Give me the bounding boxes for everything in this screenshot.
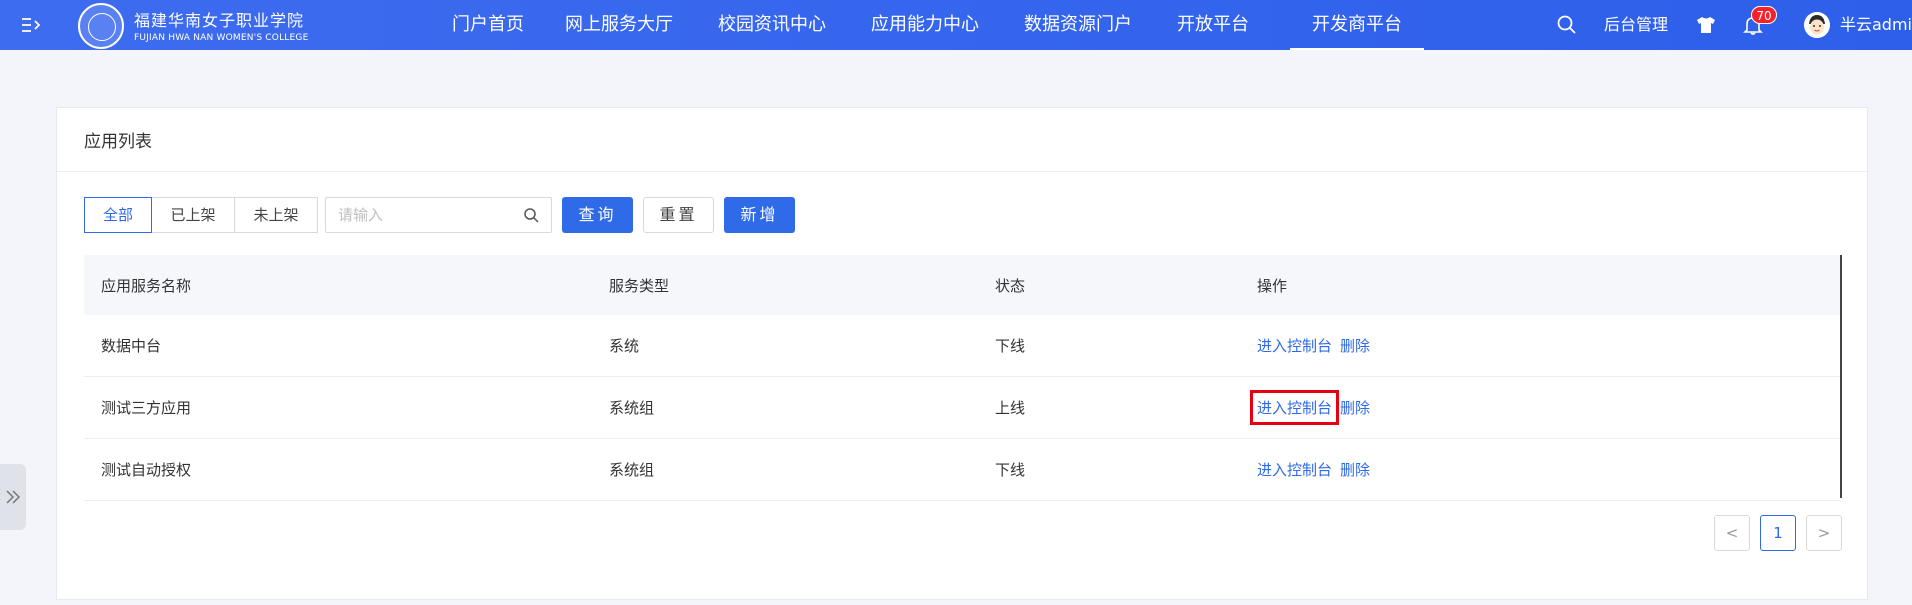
column-header-name: 应用服务名称 (101, 276, 192, 295)
app-status: 上线 (995, 399, 1026, 417)
main-nav: 门户首页 网上服务大厅 校园资讯中心 应用能力中心 数据资源门户 开放平台 开发… (452, 0, 1424, 50)
app-type: 系统组 (609, 399, 655, 417)
nav-open-platform[interactable]: 开放平台 (1177, 0, 1290, 50)
pagination-page[interactable]: 1 (1760, 515, 1796, 551)
add-button[interactable]: 新增 (724, 197, 795, 233)
nav-portal-home[interactable]: 门户首页 (452, 0, 565, 50)
filter-listed[interactable]: 已上架 (151, 197, 235, 233)
username[interactable]: 半云admin (1840, 0, 1912, 50)
nav-data-portal[interactable]: 数据资源门户 (1024, 0, 1177, 50)
logo-chinese-name: 福建华南女子职业学院 (134, 11, 305, 30)
app-type: 系统组 (609, 461, 655, 479)
row-actions: 进入控制台 删除 (1257, 315, 1370, 376)
college-logo[interactable]: 福建华南女子职业学院 FUJIAN HWA NAN WOMEN'S COLLEG… (78, 2, 318, 49)
table-row: 数据中台 系统 下线 进入控制台 删除 (84, 315, 1841, 377)
table-header: 应用服务名称 服务类型 状态 操作 (84, 255, 1841, 315)
top-navigation-bar: 福建华南女子职业学院 FUJIAN HWA NAN WOMEN'S COLLEG… (0, 0, 1912, 50)
app-table: 应用服务名称 服务类型 状态 操作 数据中台 系统 下线 进入控制台 删除 测试… (84, 255, 1841, 501)
query-button[interactable]: 查询 (562, 197, 633, 233)
delete-link[interactable]: 删除 (1340, 459, 1370, 480)
table-row: 测试自动授权 系统组 下线 进入控制台 删除 (84, 439, 1841, 501)
logo-english-name: FUJIAN HWA NAN WOMEN'S COLLEGE (134, 33, 309, 43)
column-header-status: 状态 (995, 276, 1026, 295)
app-name: 测试自动授权 (101, 461, 192, 479)
menu-fold-icon[interactable] (18, 13, 42, 37)
table-scroll-edge (1840, 255, 1842, 498)
avatar[interactable] (1804, 12, 1830, 38)
status-filter-group: 全部 已上架 未上架 (84, 197, 318, 233)
app-status: 下线 (995, 461, 1026, 479)
app-name: 数据中台 (101, 337, 162, 355)
sidebar-expand-handle[interactable] (0, 464, 26, 530)
search-icon[interactable] (1556, 14, 1578, 36)
app-status: 下线 (995, 337, 1026, 355)
nav-news-center[interactable]: 校园资讯中心 (718, 0, 871, 50)
pagination-next[interactable]: > (1806, 515, 1842, 551)
delete-link[interactable]: 删除 (1340, 397, 1370, 418)
search-input[interactable] (326, 198, 528, 232)
enter-console-link[interactable]: 进入控制台 (1257, 459, 1332, 480)
shirt-icon[interactable] (1695, 14, 1717, 36)
filter-all[interactable]: 全部 (84, 197, 152, 233)
card-title: 应用列表 (84, 132, 152, 152)
double-chevron-right-icon (6, 490, 21, 504)
enter-console-link[interactable]: 进入控制台 (1257, 335, 1332, 356)
college-seal-icon (78, 3, 124, 49)
delete-link[interactable]: 删除 (1340, 335, 1370, 356)
row-actions: 进入控制台 删除 (1249, 377, 1370, 438)
notification-badge: 70 (1751, 6, 1777, 24)
table-row: 测试三方应用 系统组 上线 进入控制台 删除 (84, 377, 1841, 439)
row-actions: 进入控制台 删除 (1257, 439, 1370, 500)
app-name: 测试三方应用 (101, 399, 192, 417)
column-header-type: 服务类型 (609, 276, 670, 295)
app-list-card: 应用列表 全部 已上架 未上架 查询 重置 新增 应用服务名称 服务类型 状态 … (56, 107, 1868, 600)
filter-unlisted[interactable]: 未上架 (234, 197, 318, 233)
nav-app-capability[interactable]: 应用能力中心 (871, 0, 1024, 50)
reset-button[interactable]: 重置 (643, 197, 714, 233)
column-header-actions: 操作 (1257, 276, 1288, 295)
search-input-icon[interactable] (523, 207, 539, 223)
pagination-prev[interactable]: < (1714, 515, 1750, 551)
app-type: 系统 (609, 337, 640, 355)
card-divider (57, 171, 1867, 172)
nav-developer-platform[interactable]: 开发商平台 (1290, 0, 1424, 50)
search-field (325, 197, 552, 233)
admin-link[interactable]: 后台管理 (1604, 0, 1668, 50)
nav-service-hall[interactable]: 网上服务大厅 (565, 0, 718, 50)
enter-console-link[interactable]: 进入控制台 (1249, 390, 1340, 425)
